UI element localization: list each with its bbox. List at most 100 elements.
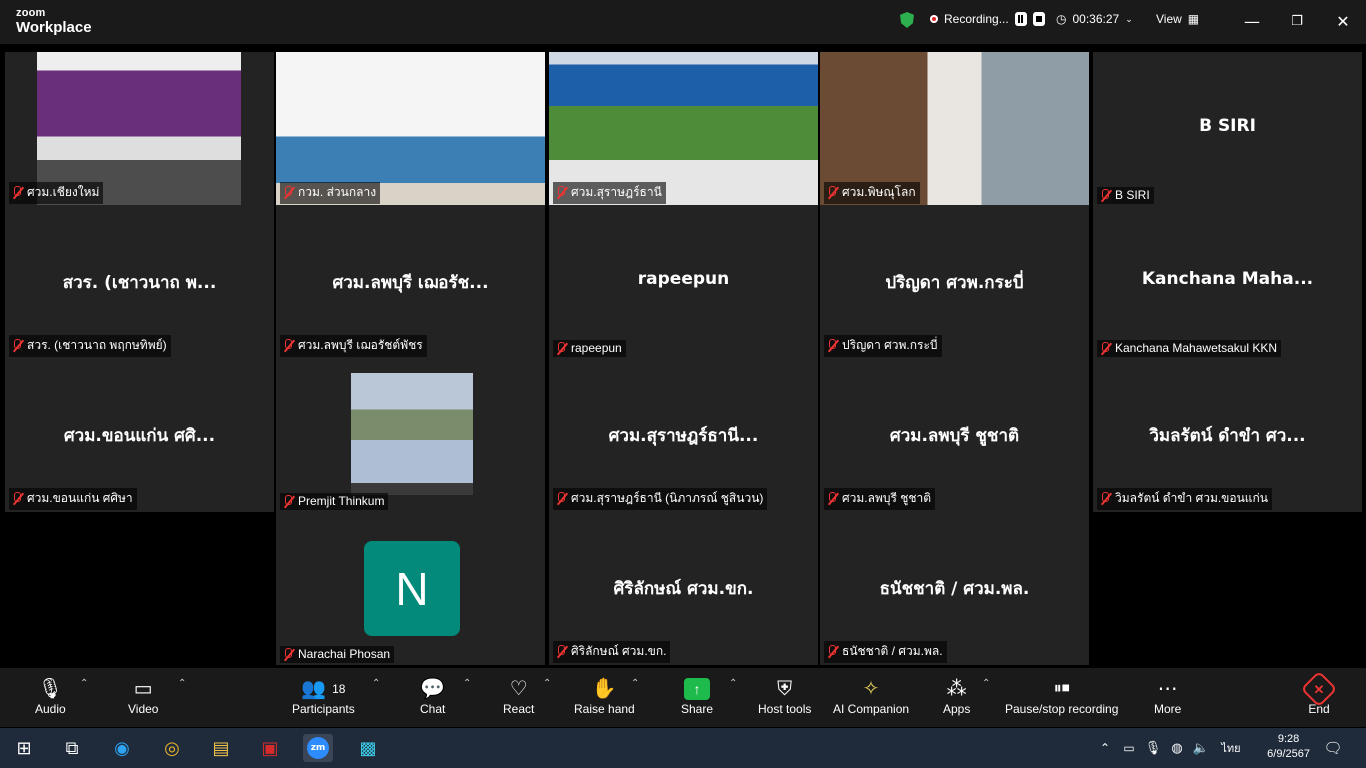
participants-button[interactable]: 👥 18 Participants xyxy=(292,676,355,716)
close-button[interactable]: ✕ xyxy=(1320,8,1366,34)
zoom-taskbar-icon[interactable]: zm xyxy=(303,734,333,762)
audio-caret-icon[interactable]: ⌃ xyxy=(80,678,88,689)
participants-caret-icon[interactable]: ⌃ xyxy=(372,678,380,689)
muted-microphone-icon xyxy=(282,339,294,352)
minimize-button[interactable]: — xyxy=(1229,8,1275,34)
participant-tile[interactable]: ศวม.ลพบุรี ชูชาติ ศวม.ลพบุรี ชูชาติ xyxy=(820,358,1089,512)
meeting-timer[interactable]: ◷ 00:36:27 ⌄ xyxy=(1056,12,1133,26)
participant-name-label: วิมลรัตน์ ดำขำ ศวม.ขอนแก่น xyxy=(1097,488,1272,510)
participant-tile[interactable]: ศวม.ขอนแก่น ศศิ... ศวม.ขอนแก่น ศศิษา xyxy=(5,358,274,512)
restore-button[interactable]: ❐ xyxy=(1274,8,1320,34)
muted-microphone-icon xyxy=(1099,188,1111,202)
participant-tile[interactable]: ศวม.สุราษฎร์ธานี xyxy=(549,52,818,206)
ai-companion-label: AI Companion xyxy=(833,702,910,716)
apps-button[interactable]: ⁂ Apps xyxy=(943,676,970,716)
react-label: React xyxy=(503,702,535,716)
participant-name-label: ศวม.เชียงใหม่ xyxy=(9,182,104,204)
stop-recording-icon[interactable] xyxy=(1032,12,1045,26)
participants-icon: 👥 18 xyxy=(301,678,346,700)
recording-dot-icon xyxy=(930,15,938,23)
raise-hand-caret-icon[interactable]: ⌃ xyxy=(631,678,639,689)
recording-indicator[interactable]: Recording... xyxy=(930,12,1045,26)
pause-recording-icon[interactable] xyxy=(1014,12,1027,26)
participant-display-name: วิมลรัตน์ ดำขำ ศว... xyxy=(1149,426,1306,446)
participant-tile[interactable]: วิมลรัตน์ ดำขำ ศว... วิมลรัตน์ ดำขำ ศวม.ข… xyxy=(1093,358,1362,512)
participant-display-name: ปริญดา ศวพ.กระบี่ xyxy=(885,273,1024,293)
chat-icon: 💬 xyxy=(420,678,446,700)
participant-name-label: ธนัชชาติ / ศวม.พล. xyxy=(824,641,947,663)
hand-icon: ✋ xyxy=(591,678,617,700)
muted-microphone-icon xyxy=(11,339,23,352)
video-caret-icon[interactable]: ⌃ xyxy=(178,678,186,689)
volume-icon[interactable]: 🔈 xyxy=(1186,734,1216,762)
react-button[interactable]: ♡ React xyxy=(503,676,534,716)
participant-name-label: Narachai Phosan xyxy=(280,646,395,663)
participant-tile[interactable]: ปริญดา ศวพ.กระบี่ ปริญดา ศวพ.กระบี่ xyxy=(820,205,1089,359)
participant-tile[interactable]: สวร. (เชาวนาถ พ... สวร. (เชาวนาถ พฤกษทิพย… xyxy=(5,205,274,359)
video-button[interactable]: ▭ Video xyxy=(128,676,158,716)
more-button[interactable]: ⋯ More xyxy=(1154,676,1181,716)
audio-button[interactable]: 🎙 Audio xyxy=(35,676,66,716)
participant-tile[interactable]: N Narachai Phosan xyxy=(276,511,545,665)
participant-tile[interactable]: ศวม.สุราษฎร์ธานี... ศวม.สุราษฎร์ธานี (นิภ… xyxy=(549,358,818,512)
participant-display-name: B SIRI xyxy=(1199,116,1256,136)
participant-tile[interactable]: ศวม.เชียงใหม่ xyxy=(5,52,274,206)
participant-tile[interactable]: Kanchana Maha... Kanchana Mahawetsakul KK… xyxy=(1093,205,1362,359)
muted-microphone-icon xyxy=(826,645,838,658)
chevron-down-icon: ⌄ xyxy=(1125,13,1133,24)
view-button[interactable]: View ▦ xyxy=(1156,12,1199,26)
participant-tile[interactable]: ศิริลักษณ์ ศวม.ขก. ศิริลักษณ์ ศวม.ขก. xyxy=(549,511,818,665)
react-caret-icon[interactable]: ⌃ xyxy=(543,678,551,689)
language-indicator[interactable]: ไทย xyxy=(1214,734,1248,762)
clock-time: 9:28 xyxy=(1277,733,1300,745)
muted-microphone-icon xyxy=(11,492,23,505)
sparkle-icon: ✧ xyxy=(862,678,880,700)
participant-tile[interactable]: ธนัชชาติ / ศวม.พล. ธนัชชาติ / ศวม.พล. xyxy=(820,511,1089,665)
participant-name: Premjit Thinkum xyxy=(298,494,385,508)
acrobat-reader-icon[interactable]: ▣ xyxy=(255,734,285,762)
participant-name-label: ศวม.สุราษฎร์ธานี xyxy=(553,182,666,204)
participant-tile[interactable]: Premjit Thinkum xyxy=(276,358,545,512)
share-caret-icon[interactable]: ⌃ xyxy=(729,678,737,689)
security-shield-icon[interactable] xyxy=(900,12,914,28)
app-taskbar-icon[interactable]: ▩ xyxy=(353,734,383,762)
chat-button[interactable]: 💬 Chat xyxy=(420,676,445,716)
participant-tile[interactable]: ศวม.พิษณุโลก xyxy=(820,52,1089,206)
participant-tile[interactable]: กวม. ส่วนกลาง xyxy=(276,52,545,206)
chrome-browser-icon[interactable]: ◎ xyxy=(157,734,187,762)
raise-hand-button[interactable]: ✋ Raise hand xyxy=(574,676,635,716)
participant-display-name: ศวม.ลพบุรี เฌอรัช... xyxy=(332,273,489,293)
more-label: More xyxy=(1154,702,1182,716)
participant-name: สวร. (เชาวนาถ พฤกษทิพย์) xyxy=(27,338,167,352)
participant-name: ศิริลักษณ์ ศวม.ขก. xyxy=(571,644,667,658)
participant-name-label: ศวม.ลพบุรี ชูชาติ xyxy=(824,488,936,510)
windows-start-icon[interactable]: ⊞ xyxy=(9,734,39,762)
file-explorer-icon[interactable]: ▤ xyxy=(206,734,236,762)
participants-count: 18 xyxy=(332,682,346,696)
host-tools-button[interactable]: ⛨ Host tools xyxy=(758,676,811,716)
participant-display-name: ศวม.ลพบุรี ชูชาติ xyxy=(889,426,1020,446)
end-button[interactable]: ✕ End xyxy=(1300,670,1338,716)
apps-caret-icon[interactable]: ⌃ xyxy=(982,678,990,689)
share-button[interactable]: ↑ Share xyxy=(681,676,713,716)
participant-name: ปริญดา ศวพ.กระบี่ xyxy=(842,338,938,352)
brand-workplace: Workplace xyxy=(16,19,92,36)
chat-caret-icon[interactable]: ⌃ xyxy=(463,678,471,689)
participant-name: Narachai Phosan xyxy=(298,647,391,661)
participant-tile[interactable]: ศวม.ลพบุรี เฌอรัช... ศวม.ลพบุรี เฌอรัชต์พ… xyxy=(276,205,545,359)
notifications-icon[interactable]: 🗨 xyxy=(1318,734,1348,762)
pause-stop-recording-button[interactable]: ⏸⏹ Pause/stop recording xyxy=(1005,676,1118,717)
edge-browser-icon[interactable]: ◉ xyxy=(107,734,137,762)
audio-label: Audio xyxy=(35,702,66,716)
ai-companion-button[interactable]: ✧ AI Companion xyxy=(833,676,909,716)
raise-hand-label: Raise hand xyxy=(574,702,635,716)
task-view-icon[interactable]: ⧉ xyxy=(57,734,87,762)
taskbar-clock[interactable]: 9:28 6/9/2567 xyxy=(1267,732,1310,762)
participant-tile[interactable]: rapeepun rapeepun xyxy=(549,205,818,359)
brand-zoom: zoom xyxy=(16,7,46,19)
participant-name-label: ศวม.ขอนแก่น ศศิษา xyxy=(9,488,137,510)
participant-avatar: N xyxy=(364,541,460,636)
participants-label: Participants xyxy=(292,702,355,716)
participant-tile[interactable]: B SIRI B SIRI xyxy=(1093,52,1362,206)
participant-name-label: ศวม.ลพบุรี เฌอรัชต์พัชร xyxy=(280,335,427,357)
